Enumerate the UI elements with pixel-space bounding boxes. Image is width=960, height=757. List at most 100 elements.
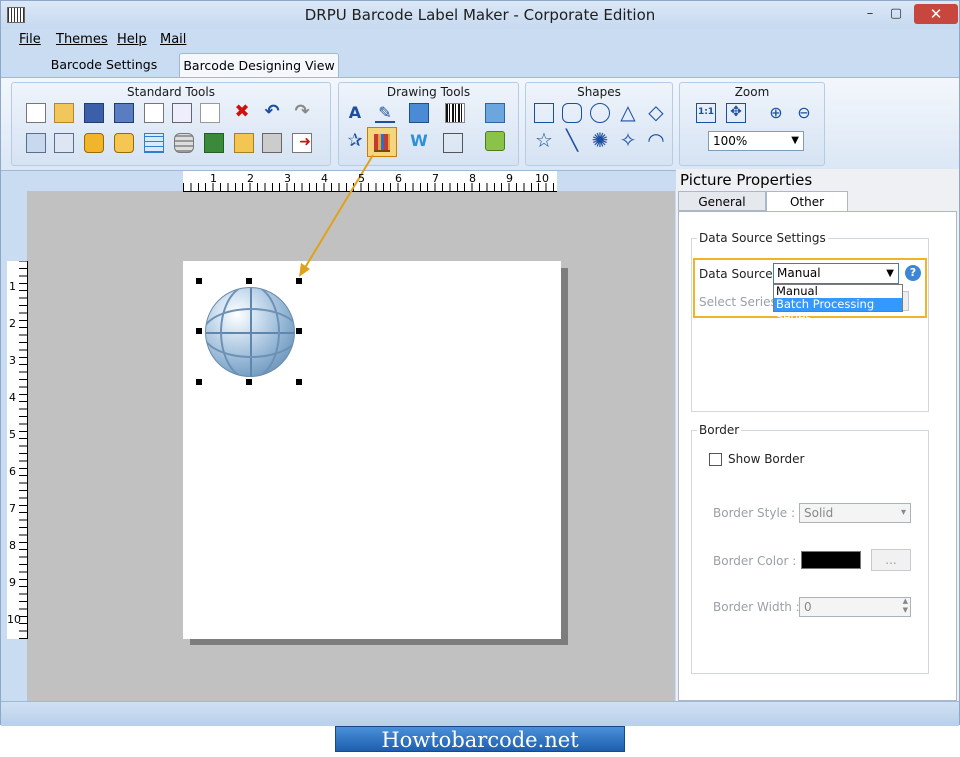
- tab-other-settings[interactable]: Other Settings: [766, 191, 848, 229]
- ruler-h-label: 10: [535, 172, 549, 185]
- send-back-icon[interactable]: [54, 133, 74, 153]
- delete-icon[interactable]: ✖: [232, 103, 252, 123]
- zoom-actual-size-icon[interactable]: 1:1: [696, 103, 716, 123]
- app-window: DRPU Barcode Label Maker - Corporate Edi…: [0, 0, 960, 726]
- minimize-button[interactable]: –: [859, 5, 881, 23]
- tab-barcode-designing-view[interactable]: Barcode Designing View: [179, 53, 339, 78]
- burst-shape-icon[interactable]: ✺: [590, 129, 610, 151]
- help-icon[interactable]: ?: [905, 265, 921, 281]
- data-source-dropdown-list: Manual Batch Processing Series: [773, 284, 903, 324]
- dropdown-option-batch-processing[interactable]: Batch Processing Series: [774, 298, 902, 324]
- zoom-in-icon[interactable]: ⊕: [766, 103, 786, 123]
- ruler-h-label: 6: [395, 172, 402, 185]
- new-document-icon[interactable]: [26, 103, 46, 123]
- bring-front-icon[interactable]: [26, 133, 46, 153]
- zoom-select-value: 100%: [713, 134, 748, 148]
- window-title: DRPU Barcode Label Maker - Corporate Edi…: [304, 6, 656, 24]
- menu-themes[interactable]: Themes: [56, 32, 108, 47]
- close-button[interactable]: ✕: [914, 4, 958, 24]
- ruler-h-label: 8: [469, 172, 476, 185]
- rounded-rectangle-shape-icon[interactable]: [562, 103, 582, 123]
- text-tool-icon[interactable]: A: [345, 103, 365, 123]
- border-style-select[interactable]: Solid ▾: [799, 503, 911, 523]
- selection-handle[interactable]: [296, 328, 302, 334]
- ruler-v-label: 3: [9, 354, 16, 367]
- tab-general-settings[interactable]: General Settings: [678, 191, 766, 229]
- zoom-fit-icon[interactable]: ✥: [726, 103, 746, 123]
- shape-select-icon[interactable]: [443, 133, 463, 153]
- email-icon[interactable]: [234, 133, 254, 153]
- border-color-label: Border Color :: [713, 554, 797, 568]
- barcode-icon[interactable]: [445, 103, 465, 123]
- zoom-select[interactable]: 100% ▼: [708, 131, 804, 151]
- selection-handle[interactable]: [196, 328, 202, 334]
- selection-handle[interactable]: [296, 379, 302, 385]
- grid-icon[interactable]: [144, 133, 164, 153]
- image-icon[interactable]: [409, 103, 429, 123]
- ruler-v-label: 6: [9, 465, 16, 478]
- callout-arrow: [299, 154, 374, 277]
- standard-tools-group: Standard Tools ✖ ↶ ↷ ➜: [11, 82, 331, 166]
- stepper-arrows-icon: ▲ ▼: [902, 597, 908, 614]
- show-border-label: Show Border: [728, 452, 805, 466]
- group-title: Drawing Tools: [386, 85, 471, 99]
- unlock-icon[interactable]: [114, 133, 134, 153]
- watermark-icon[interactable]: W: [409, 131, 429, 151]
- rectangle-shape-icon[interactable]: [534, 103, 554, 123]
- diamond-shape-icon[interactable]: ◇: [646, 101, 666, 123]
- shapes-group: Shapes △ ◇ ☆ ╲ ✺ ✧ ◠: [525, 82, 673, 166]
- line-shape-icon[interactable]: ╲: [562, 129, 582, 151]
- select-series-label: Select Series :: [699, 295, 785, 309]
- star-shape-icon[interactable]: ☆: [534, 129, 554, 151]
- open-folder-icon[interactable]: [54, 103, 74, 123]
- arc-shape-icon[interactable]: ◠: [646, 129, 666, 151]
- title-bar[interactable]: DRPU Barcode Label Maker - Corporate Edi…: [1, 1, 959, 29]
- selection-handle[interactable]: [246, 379, 252, 385]
- ruler-h-label: 2: [247, 172, 254, 185]
- maximize-button[interactable]: ▢: [885, 5, 907, 23]
- menu-bar: File Themes Help Mail: [1, 30, 959, 52]
- border-width-stepper[interactable]: 0 ▲ ▼: [799, 597, 911, 617]
- undo-icon[interactable]: ↶: [262, 103, 282, 123]
- ellipse-shape-icon[interactable]: [590, 103, 610, 123]
- selection-handle[interactable]: [196, 379, 202, 385]
- cut-icon[interactable]: [172, 103, 192, 123]
- data-source-label: Data Source :: [699, 267, 781, 281]
- picture-icon[interactable]: [485, 103, 505, 123]
- status-bar: [1, 701, 959, 726]
- ruler-v-label: 9: [9, 576, 16, 589]
- lock-icon[interactable]: [84, 133, 104, 153]
- export-image-icon[interactable]: [204, 133, 224, 153]
- tab-barcode-settings[interactable]: Barcode Settings: [49, 53, 159, 77]
- ruler-h-label: 1: [210, 172, 217, 185]
- globe-latitude: [206, 308, 294, 358]
- menu-file[interactable]: File: [19, 32, 41, 47]
- ruler-h-label: 9: [506, 172, 513, 185]
- menu-help[interactable]: Help: [117, 32, 147, 47]
- database-icon[interactable]: [174, 133, 194, 153]
- zoom-out-icon[interactable]: ⊖: [794, 103, 814, 123]
- print-icon[interactable]: [262, 133, 282, 153]
- redo-icon[interactable]: ↷: [292, 103, 312, 123]
- picture-properties-panel: Picture Properties General Settings Othe…: [676, 169, 959, 701]
- selection-handle[interactable]: [246, 278, 252, 284]
- ruler-v-label: 8: [9, 539, 16, 552]
- pencil-icon[interactable]: ✎: [375, 103, 395, 123]
- border-style-value: Solid: [804, 506, 834, 520]
- border-color-button[interactable]: ...: [871, 549, 911, 571]
- selection-handle[interactable]: [196, 278, 202, 284]
- group-title: Zoom: [734, 85, 770, 99]
- copy-page-icon[interactable]: [144, 103, 164, 123]
- data-source-value: Manual: [777, 266, 821, 280]
- data-source-select[interactable]: Manual ▼: [773, 263, 899, 284]
- save-icon[interactable]: [84, 103, 104, 123]
- scissors-icon[interactable]: [200, 103, 220, 123]
- save-as-icon[interactable]: [114, 103, 134, 123]
- menu-mail[interactable]: Mail: [160, 32, 186, 47]
- globe-image[interactable]: [205, 287, 295, 377]
- insert-picture-icon[interactable]: [485, 131, 505, 151]
- four-point-star-icon[interactable]: ✧: [618, 129, 638, 151]
- show-border-checkbox[interactable]: [709, 453, 722, 466]
- triangle-shape-icon[interactable]: △: [618, 101, 638, 123]
- border-color-swatch[interactable]: [801, 551, 861, 569]
